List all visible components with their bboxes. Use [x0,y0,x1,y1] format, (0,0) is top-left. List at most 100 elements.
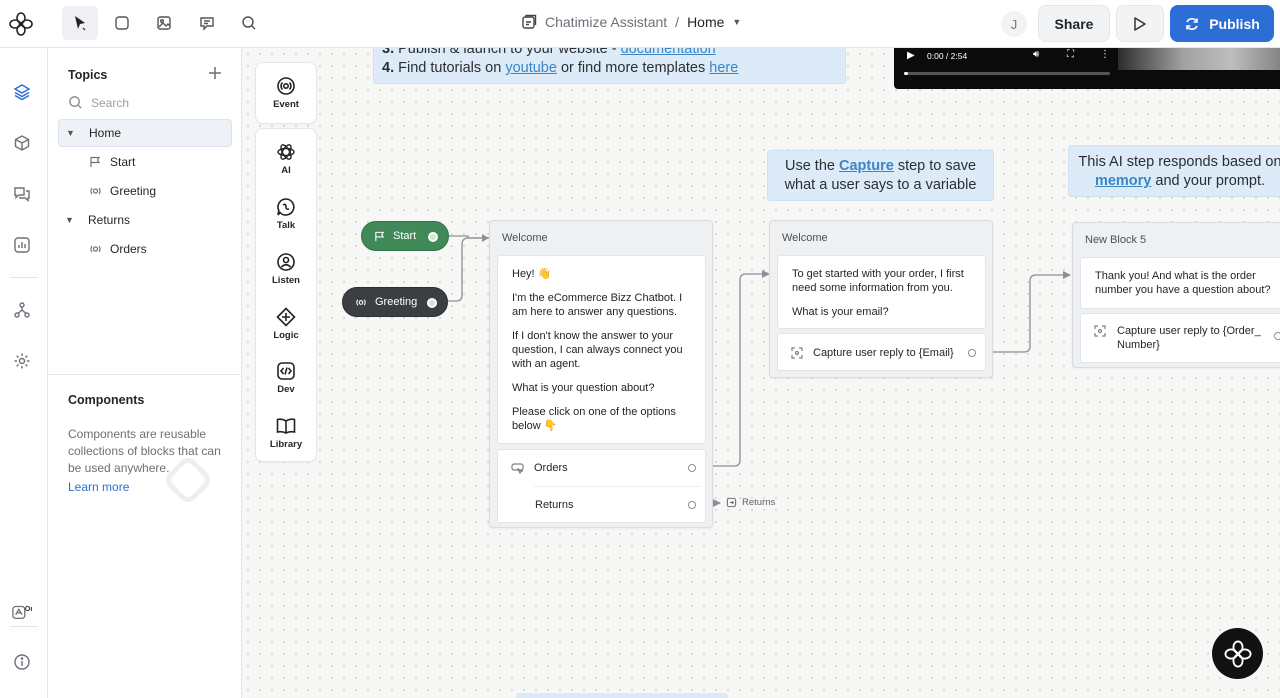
share-button[interactable]: Share [1038,5,1110,42]
breadcrumb-separator: / [675,14,680,30]
chevron-down-icon[interactable]: ▼ [732,17,741,27]
go-to-label: Returns [742,497,776,508]
assistant-button[interactable] [1212,628,1263,679]
capture-icon [1094,325,1106,337]
breadcrumb: Chatimize Assistant / Home ▼ [521,14,741,30]
templates-link[interactable]: here [709,60,738,76]
svg-text:On: On [25,604,32,613]
info-icon[interactable] [12,652,32,672]
refresh-icon [1186,17,1199,30]
video-player[interactable]: ▶ 0:00 / 2:54 🔊︎ ⛶ ⋮ [894,48,1280,89]
search-icon [69,96,82,109]
step-logic[interactable]: Logic [256,300,316,348]
message-line: I'm the eCommerce Bizz Chatbot. I am her… [512,292,683,318]
app-logo-icon[interactable] [7,10,35,38]
volume-icon[interactable]: 🔊︎ [1033,49,1039,60]
capture-note[interactable]: Use the Capture step to save what a user… [767,150,994,201]
option-divider [534,486,700,487]
message-line: What is your question about? [512,382,655,394]
integrations-icon[interactable] [12,300,32,320]
step-listen[interactable]: Listen [256,245,316,293]
layers-icon[interactable] [12,82,32,102]
capture-order-port[interactable] [1274,332,1280,340]
step-event[interactable]: Event [256,69,316,117]
block-title: Welcome [782,232,828,244]
capture-email-card[interactable]: Capture user reply to {Email} [777,333,986,371]
ai-assistant-icon[interactable]: On [12,602,32,622]
rail-divider-bottom [10,626,38,627]
welcome-email-block[interactable]: Welcome To get started with your order, … [769,220,993,378]
orders-port[interactable] [688,464,696,472]
step-ai[interactable]: AI [256,135,316,183]
project-name[interactable]: Chatimize Assistant [545,14,667,30]
more-options-icon[interactable]: ⋮ [1100,49,1110,60]
ai-memory-note[interactable]: This AI step responds based on memory an… [1068,145,1280,197]
square-icon [115,16,129,30]
components-title: Components [68,393,145,407]
step-library[interactable]: Library [256,409,316,457]
capture-email-port[interactable] [968,349,976,357]
learn-more-link[interactable]: Learn more [68,480,129,494]
search-tool-button[interactable] [231,6,267,40]
option-returns[interactable]: Returns [535,498,574,512]
topic-search-input[interactable]: Search [68,95,129,110]
tutorial-note[interactable]: 3. Publish & launch to your website - do… [373,48,846,84]
documentation-link[interactable]: documentation [621,48,716,57]
greeting-port[interactable] [427,298,437,308]
cursor-icon [75,16,86,31]
current-topic[interactable]: Home [687,14,724,30]
add-topic-button[interactable] [208,66,224,82]
step-label: Listen [272,275,300,286]
image-icon [157,16,171,30]
topic-item-home[interactable]: ▼ Home [58,119,232,147]
note-partial[interactable] [516,693,728,698]
block-title: New Block 5 [1085,234,1147,246]
select-tool-button[interactable] [62,6,98,40]
capture-order-card[interactable]: Capture user reply to {Order_ Number} [1080,313,1280,363]
email-message-card[interactable]: To get started with your order, I first … [777,255,986,329]
memory-link[interactable]: memory [1095,173,1151,189]
greeting-node[interactable]: Greeting [342,287,448,317]
topic-item-orders[interactable]: Orders [58,235,232,263]
message-line: What is your email? [792,306,889,318]
topic-item-greeting[interactable]: Greeting [58,177,232,205]
avatar[interactable]: J [1001,11,1027,37]
image-tool-button[interactable] [146,6,182,40]
flow-canvas[interactable]: Event AI Talk Listen Logic Dev Library 3… [242,48,1280,698]
start-node[interactable]: Start [361,221,449,251]
message-line: Hey! 👋 [512,268,552,280]
block-tool-button[interactable] [104,6,140,40]
welcome-message-card[interactable]: Hey! 👋 I'm the eCommerce Bizz Chatbot. I… [497,255,706,444]
video-progress-bar[interactable] [904,72,1110,75]
step-dev[interactable]: Dev [256,354,316,402]
greeting-label: Greeting [375,296,418,308]
topic-item-start[interactable]: Start [58,148,232,176]
play-icon[interactable]: ▶ [907,50,915,61]
option-orders[interactable]: Orders [511,461,568,475]
buttons-card[interactable]: Orders Returns [497,449,706,523]
youtube-link[interactable]: youtube [505,60,557,76]
returns-port[interactable] [688,501,696,509]
capture-email-row: Capture user reply to {Email} [791,346,954,360]
buttons-icon [511,462,524,474]
step-talk[interactable]: Talk [256,190,316,238]
conversations-icon[interactable] [12,184,32,204]
topic-item-returns[interactable]: ▼ Returns [58,206,232,234]
new-block-5[interactable]: New Block 5 Thank you! And what is the o… [1072,222,1280,368]
cube-icon[interactable] [12,133,32,153]
welcome-block[interactable]: Welcome Hey! 👋 I'm the eCommerce Bizz Ch… [489,220,713,528]
comment-tool-button[interactable] [189,6,225,40]
chevron-down-icon[interactable]: ▼ [66,128,78,138]
publish-button[interactable]: Publish [1170,5,1274,42]
order-number-message-card[interactable]: Thank you! And what is the order number … [1080,257,1280,309]
capture-note-line-1: Use the Capture step to save [784,158,977,174]
returns-go-to[interactable]: Returns [726,497,775,508]
fullscreen-icon[interactable]: ⛶ [1067,49,1074,60]
chevron-down-icon[interactable]: ▼ [65,215,77,225]
start-port[interactable] [428,232,438,242]
run-button[interactable] [1116,5,1164,42]
settings-gear-icon[interactable] [12,351,32,371]
topic-label: Orders [110,242,147,256]
capture-link[interactable]: Capture [839,158,894,174]
analytics-icon[interactable] [12,235,32,255]
